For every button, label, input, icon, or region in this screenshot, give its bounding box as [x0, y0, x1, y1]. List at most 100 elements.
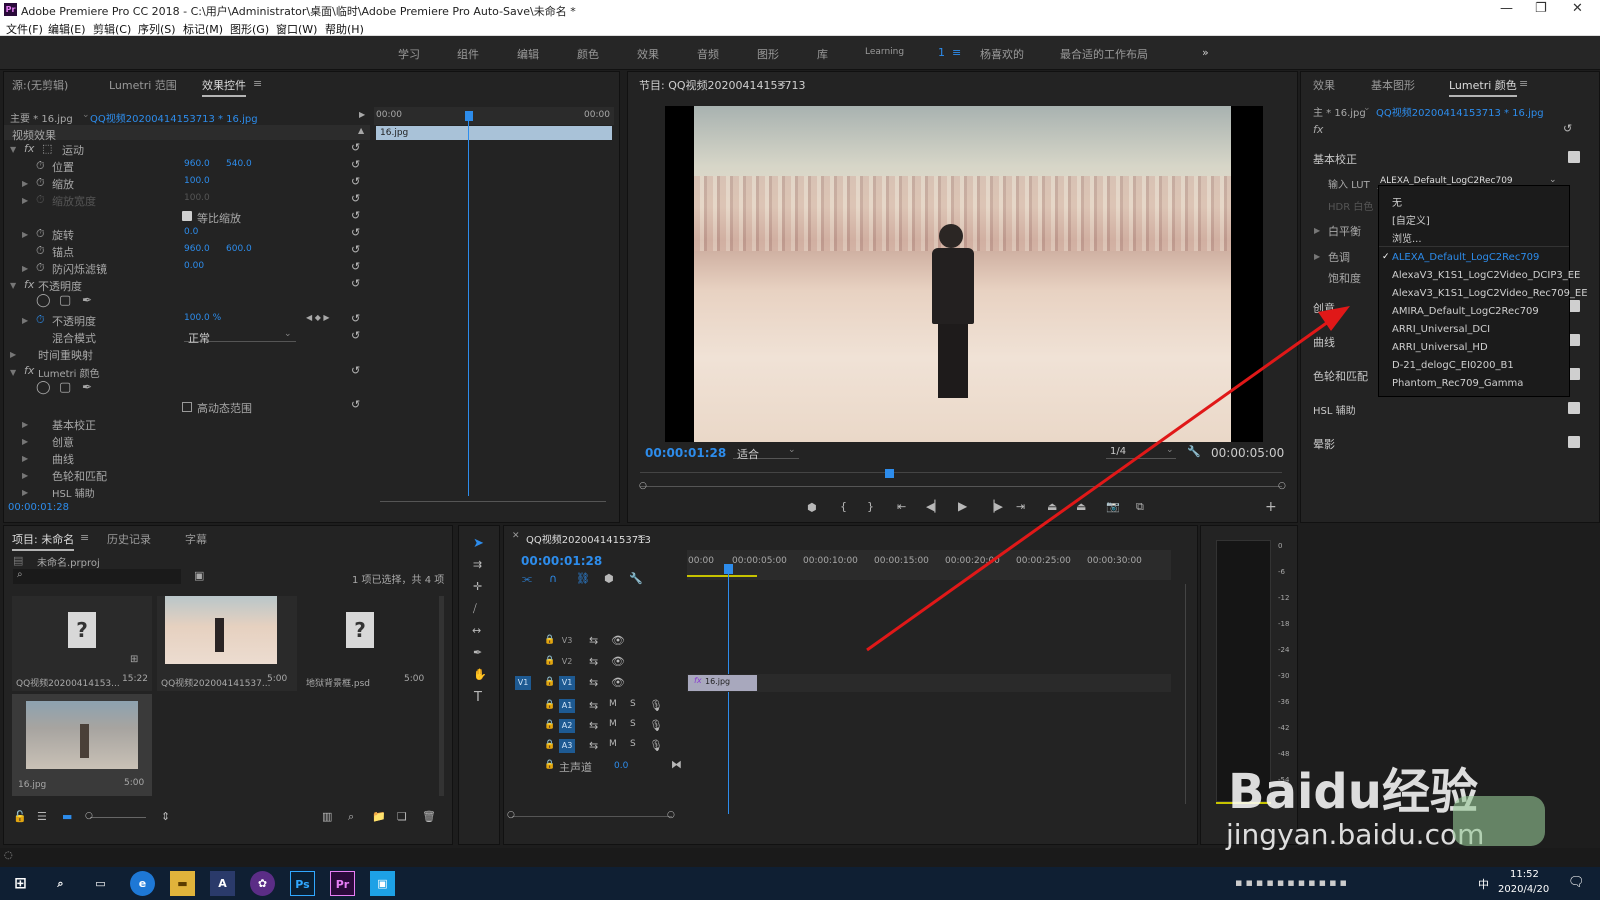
- track-v2[interactable]: V2: [559, 655, 575, 669]
- solo-icon[interactable]: S: [630, 699, 636, 709]
- search-icon[interactable]: ⌕: [17, 569, 23, 580]
- expand-icon[interactable]: ▶: [22, 264, 28, 273]
- go-to-in-icon[interactable]: ⇤: [897, 500, 906, 513]
- workspace-learn[interactable]: 学习: [398, 46, 420, 62]
- expand-icon[interactable]: ▶: [22, 230, 28, 239]
- expand-icon[interactable]: ▶: [22, 454, 28, 463]
- workspace-libraries[interactable]: 库: [817, 46, 828, 62]
- play-only-icon[interactable]: ▶: [359, 110, 365, 119]
- workspace-best[interactable]: 最合适的工作布局: [1060, 46, 1148, 62]
- reset-icon[interactable]: ↺: [351, 192, 360, 205]
- position-x-value[interactable]: 960.0: [184, 159, 210, 169]
- add-marker-icon[interactable]: ⬢: [604, 572, 614, 585]
- lock-icon[interactable]: 🔒: [544, 700, 555, 710]
- fx-icon[interactable]: fx: [24, 364, 34, 377]
- clock-time[interactable]: 11:52: [1510, 869, 1539, 880]
- reset-icon[interactable]: ↺: [351, 277, 360, 290]
- automate-sequence-icon[interactable]: ▥: [322, 810, 332, 823]
- chevron-down-icon[interactable]: ⌄: [1166, 445, 1174, 455]
- go-to-out-icon[interactable]: ⇥: [1016, 500, 1025, 513]
- anchor-y-value[interactable]: 600.0: [226, 244, 252, 254]
- program-timecode[interactable]: 00:00:01:28: [645, 446, 726, 460]
- hsl-label[interactable]: HSL 辅助: [52, 485, 95, 500]
- reset-icon[interactable]: ↺: [351, 226, 360, 239]
- timeline-settings-icon[interactable]: 🔧: [629, 572, 643, 585]
- lut-option-d21[interactable]: D-21_delogC_EI0200_B1: [1392, 360, 1514, 371]
- sync-lock-icon[interactable]: ⇆: [589, 699, 598, 712]
- reset-icon[interactable]: ↺: [1563, 122, 1572, 135]
- uniform-scale-checkbox[interactable]: [182, 211, 192, 221]
- workspace-assembly[interactable]: 组件: [457, 46, 479, 62]
- nest-icon[interactable]: ⫘: [522, 572, 532, 586]
- lock-icon[interactable]: 🔒: [544, 677, 555, 687]
- tab-project[interactable]: 项目: 未命名: [12, 531, 75, 551]
- menu-file[interactable]: 文件(F): [6, 21, 43, 37]
- tab-lumetri-scopes[interactable]: Lumetri 范围: [109, 77, 177, 93]
- go-to-end-icon[interactable]: ⧓: [671, 758, 682, 771]
- white-balance-label[interactable]: 白平衡: [1328, 223, 1361, 239]
- mark-in-icon[interactable]: {: [840, 500, 847, 513]
- lut-option-none[interactable]: 无: [1392, 194, 1402, 209]
- tab-sequence[interactable]: QQ视频20200414153713: [526, 531, 651, 546]
- workspace-color[interactable]: 颜色: [577, 46, 599, 62]
- file-explorer-icon[interactable]: ▬: [170, 871, 195, 896]
- reset-icon[interactable]: ↺: [351, 141, 360, 154]
- ellipse-mask-icon[interactable]: ◯: [36, 380, 51, 395]
- project-scrollbar[interactable]: [439, 596, 444, 796]
- pen-mask-icon[interactable]: ✒: [82, 293, 92, 307]
- chevron-down-icon[interactable]: ⌄: [1363, 103, 1371, 113]
- reset-icon[interactable]: ↺: [351, 364, 360, 377]
- track-a3[interactable]: A3: [559, 739, 575, 753]
- sort-icon[interactable]: ⇕: [161, 810, 170, 823]
- lumetri-fx-label[interactable]: fx: [1313, 123, 1323, 136]
- wrench-icon[interactable]: 🔧: [1187, 445, 1201, 458]
- flicker-value[interactable]: 0.00: [184, 261, 204, 271]
- solo-icon[interactable]: S: [630, 719, 636, 729]
- menu-graphics[interactable]: 图形(G): [230, 21, 269, 37]
- list-view-icon[interactable]: ☰: [37, 810, 47, 823]
- workspace-graphics[interactable]: 图形: [757, 46, 779, 62]
- close-sequence-icon[interactable]: ✕: [512, 531, 520, 541]
- project-item[interactable]: QQ视频202004141537... 5:00: [157, 596, 297, 691]
- mute-icon[interactable]: M: [609, 699, 617, 709]
- expand-icon[interactable]: ▶: [22, 437, 28, 446]
- lift-icon[interactable]: ⏏: [1047, 500, 1057, 513]
- stopwatch-icon[interactable]: ⏱: [36, 261, 45, 275]
- panel-menu-icon[interactable]: ≡: [1519, 77, 1528, 90]
- stopwatch-icon[interactable]: ⏱: [36, 159, 45, 173]
- basic-correction-checkbox[interactable]: [1568, 151, 1580, 163]
- expand-lumetri-icon[interactable]: ▼: [10, 368, 16, 377]
- app-icon[interactable]: A: [210, 871, 235, 896]
- wheels-label[interactable]: 色轮和匹配: [52, 468, 107, 484]
- add-marker-icon[interactable]: ⬢: [807, 501, 817, 514]
- find-icon[interactable]: ⌕: [348, 810, 354, 824]
- menu-edit[interactable]: 编辑(E): [48, 21, 86, 37]
- opacity-value[interactable]: 100.0 %: [184, 313, 221, 323]
- expand-icon[interactable]: ▶: [22, 316, 28, 325]
- workspace-menu-icon[interactable]: ≡: [952, 46, 961, 59]
- snap-icon[interactable]: ∩: [549, 572, 557, 585]
- system-tray-icon[interactable]: ▪▪▪▪▪▪▪▪▪▪▪: [1235, 876, 1350, 889]
- sync-lock-icon[interactable]: ⇆: [589, 634, 598, 647]
- expand-icon[interactable]: ▶: [22, 420, 28, 429]
- tab-source[interactable]: 源:(无剪辑): [12, 77, 68, 93]
- type-tool-icon[interactable]: T: [474, 690, 482, 705]
- track-a1[interactable]: A1: [559, 699, 575, 713]
- lut-option-amira[interactable]: AMIRA_Default_LogC2Rec709: [1392, 306, 1539, 317]
- track-v1[interactable]: V1: [559, 676, 575, 690]
- workspace-editing[interactable]: 编辑: [517, 46, 539, 62]
- program-playhead-icon[interactable]: [885, 469, 894, 478]
- tone-label[interactable]: 色调: [1328, 249, 1350, 265]
- expand-icon[interactable]: ▶: [22, 196, 28, 205]
- razor-tool-icon[interactable]: ⧸: [473, 602, 477, 616]
- zoom-handle-icon[interactable]: ○: [1278, 481, 1286, 491]
- tab-effects[interactable]: 效果: [1313, 77, 1335, 93]
- hsl-header[interactable]: HSL 辅助: [1313, 402, 1356, 417]
- expand-icon[interactable]: ▶: [22, 488, 28, 497]
- track-select-tool-icon[interactable]: ⇉: [473, 558, 482, 571]
- fx-icon[interactable]: fx: [24, 278, 34, 291]
- expand-motion-icon[interactable]: ▼: [10, 145, 16, 154]
- timeline-ruler[interactable]: 00:00 00:00:05:00 00:00:10:00 00:00:15:0…: [687, 550, 1171, 580]
- lut-option-phantom[interactable]: Phantom_Rec709_Gamma: [1392, 378, 1523, 389]
- comparison-view-icon[interactable]: ⧉: [1136, 500, 1144, 514]
